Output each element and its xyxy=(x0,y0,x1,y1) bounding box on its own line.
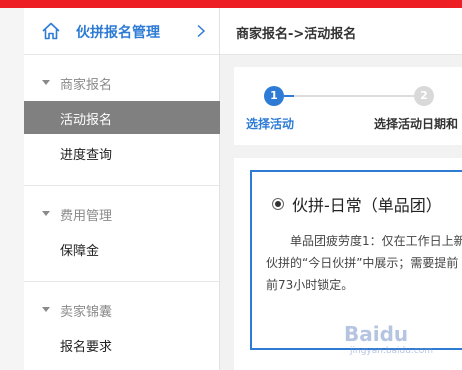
sidebar-item-label: 进度查询 xyxy=(60,148,113,163)
option-radio[interactable] xyxy=(272,198,284,210)
page: 伙拼报名管理 商家报名 活动报名 进度查询 费用管理 保障金 卖家锦囊 报名要求… xyxy=(0,0,462,370)
section-header-merchant-signup[interactable]: 商家报名 xyxy=(24,70,220,96)
sidebar-item-label: 报名要求 xyxy=(60,340,113,355)
divider xyxy=(24,185,220,186)
radio-selected-dot xyxy=(275,201,281,207)
option-desc-line: 单品团疲劳度1：仅在工作日上新 xyxy=(290,234,462,248)
main-header: 商家报名->活动报名 xyxy=(220,8,462,55)
section-header-seller-tips[interactable]: 卖家锦囊 xyxy=(24,297,220,323)
sidebar-item-progress-query[interactable]: 进度查询 xyxy=(24,136,220,169)
main-content: 商家报名->活动报名 1 2 选择活动 选择活动日期和 伙拼-日常（单品团） 单… xyxy=(220,8,462,370)
breadcrumb: 商家报名->活动报名 xyxy=(236,27,357,42)
step-connector-pending xyxy=(294,95,414,97)
step-2-label: 选择活动日期和 xyxy=(374,117,459,131)
baidu-watermark: Baidu jingyan.baidu.com xyxy=(344,318,448,356)
sidebar-item-activity-signup[interactable]: 活动报名 xyxy=(24,101,220,134)
section-header-fee-management[interactable]: 费用管理 xyxy=(24,201,220,227)
option-desc-line: 前73小时锁定。 xyxy=(266,278,354,292)
section-label: 商家报名 xyxy=(60,78,113,93)
step-2-indicator: 2 xyxy=(414,86,434,106)
divider xyxy=(24,281,220,282)
sidebar-item-label: 保障金 xyxy=(60,244,100,259)
sidebar-item-signup-requirements[interactable]: 报名要求 xyxy=(24,328,220,361)
option-desc-line: 伙拼的“今日伙拼”中展示；需要提前 xyxy=(266,256,459,270)
chevron-right-icon[interactable] xyxy=(196,24,206,38)
option-description: 单品团疲劳度1：仅在工作日上新 伙拼的“今日伙拼”中展示；需要提前 前73小时锁… xyxy=(266,230,462,296)
step-1-indicator: 1 xyxy=(264,86,284,106)
sidebar-item-deposit[interactable]: 保障金 xyxy=(24,232,220,265)
watermark-url: jingyan.baidu.com xyxy=(350,346,434,356)
section-label: 费用管理 xyxy=(60,209,113,224)
step-1-label: 选择活动 xyxy=(246,117,295,131)
caret-down-icon xyxy=(42,211,50,216)
option-title: 伙拼-日常（单品团） xyxy=(292,196,442,215)
caret-down-icon xyxy=(42,80,50,85)
sidebar-header[interactable]: 伙拼报名管理 xyxy=(24,8,219,55)
sidebar-title: 伙拼报名管理 xyxy=(76,25,160,41)
watermark-brand: Baidu xyxy=(344,322,409,346)
section-label: 卖家锦囊 xyxy=(60,305,113,320)
step-progress: 1 2 选择活动 选择活动日期和 xyxy=(234,67,462,145)
caret-down-icon xyxy=(42,307,50,312)
sidebar: 伙拼报名管理 商家报名 活动报名 进度查询 费用管理 保障金 卖家锦囊 报名要求 xyxy=(24,8,220,370)
left-gutter xyxy=(0,8,24,370)
top-bar xyxy=(0,0,462,8)
sidebar-item-label: 活动报名 xyxy=(60,113,113,128)
step-connector-done xyxy=(284,95,294,97)
home-icon xyxy=(42,22,60,40)
